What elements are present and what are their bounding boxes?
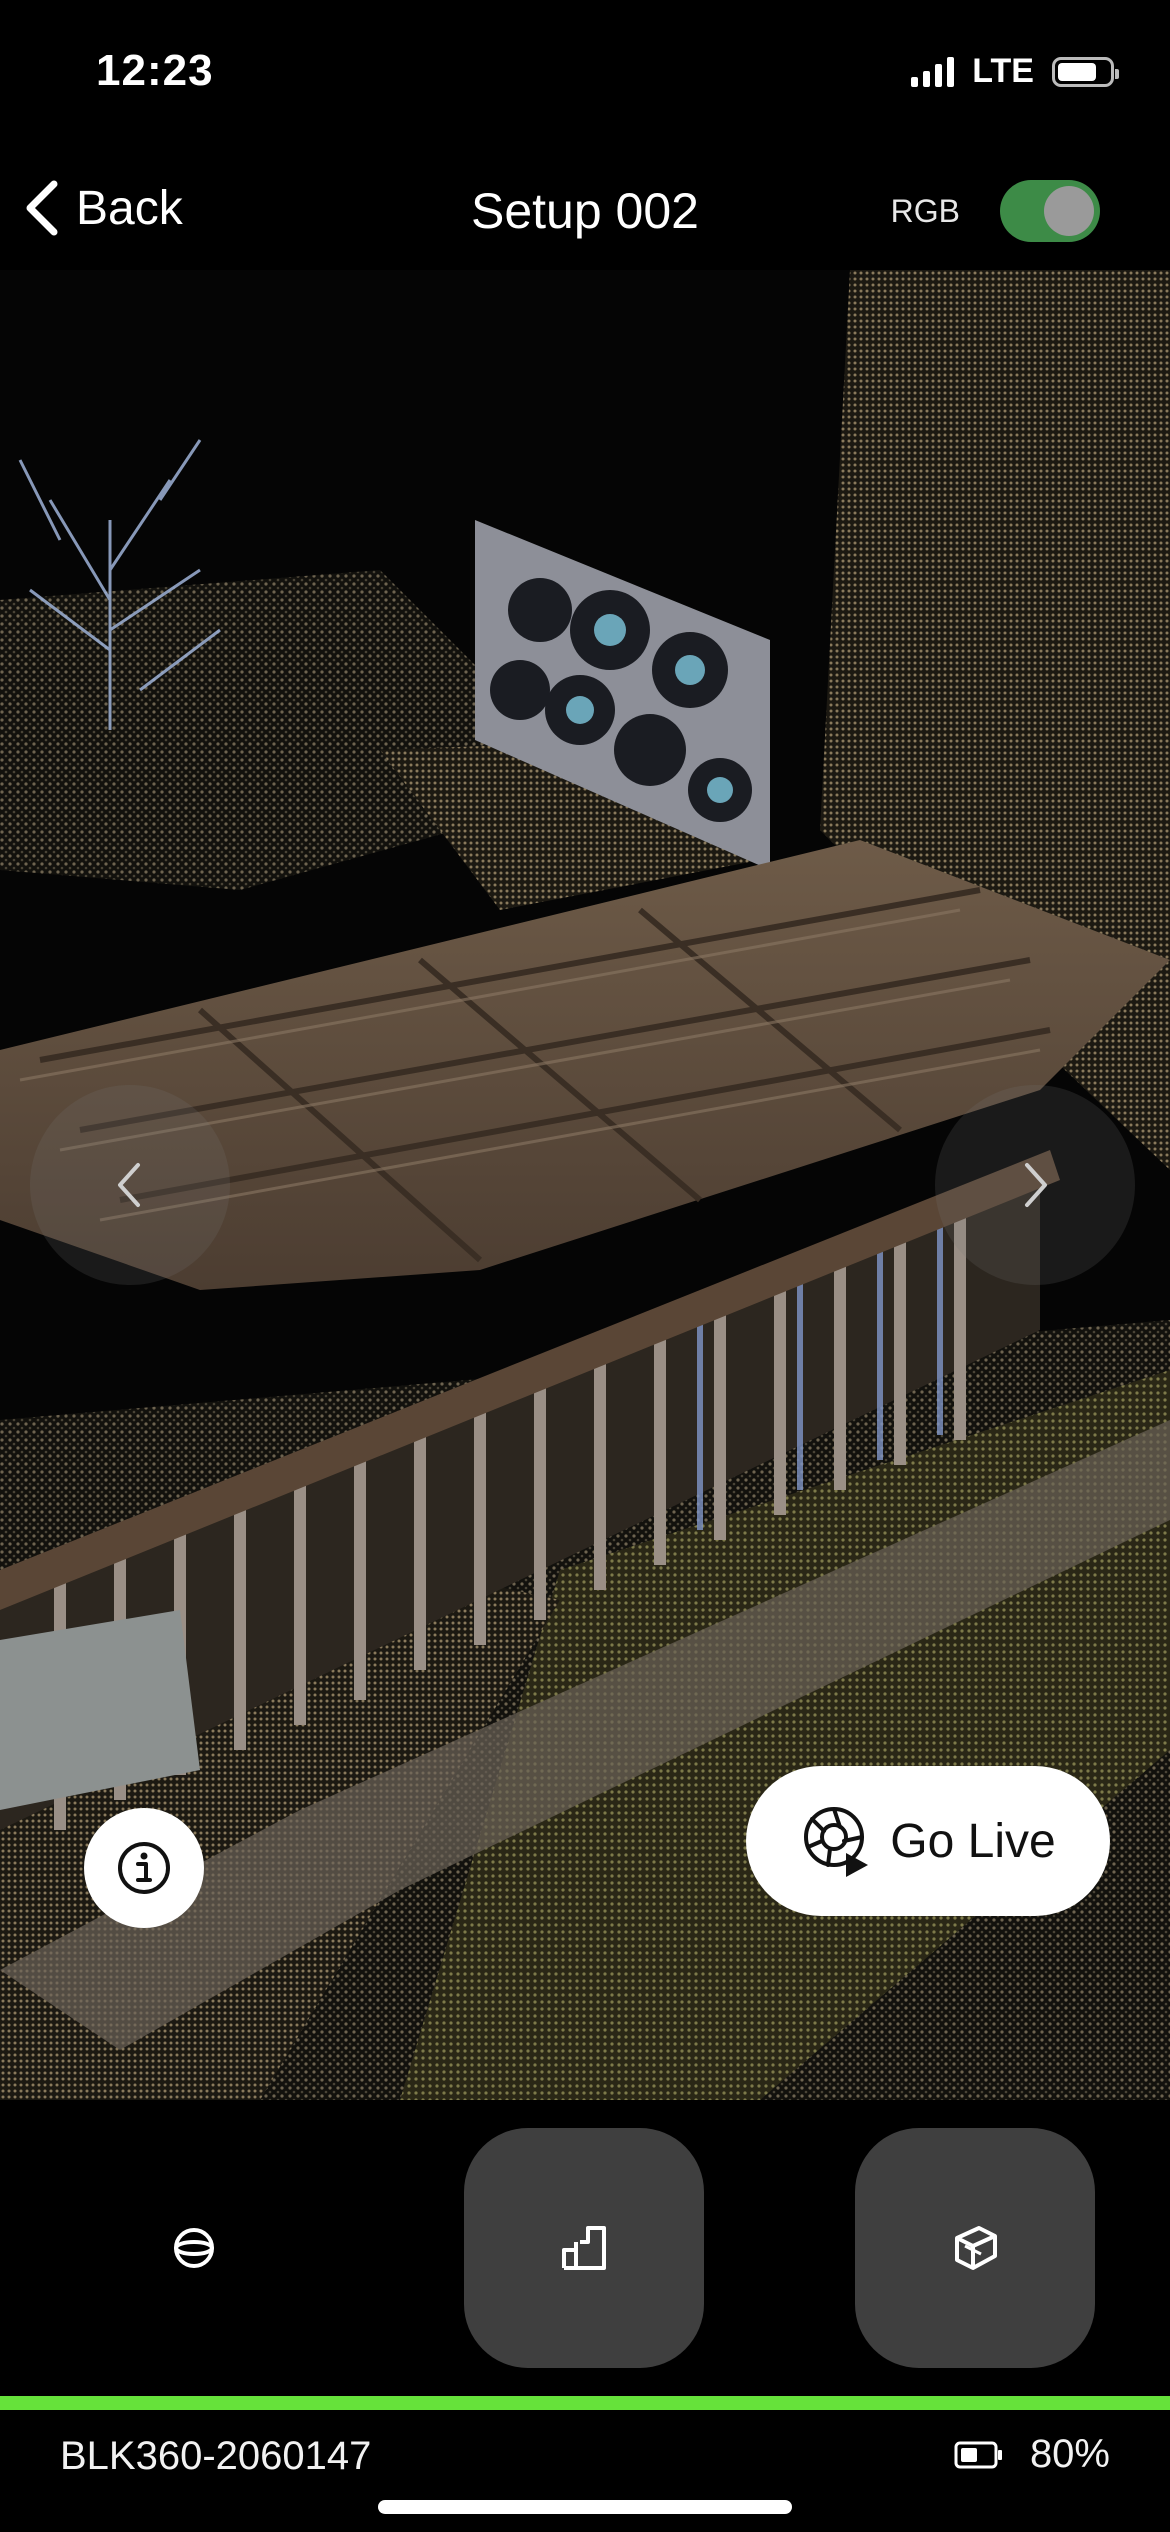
orbit-view-button[interactable] bbox=[74, 2128, 314, 2368]
box-view-icon bbox=[955, 2226, 997, 2270]
go-live-button[interactable]: Go Live bbox=[746, 1766, 1110, 1916]
device-battery: 80% bbox=[954, 2432, 1110, 2477]
chevron-left-icon bbox=[26, 180, 58, 236]
live-camera-icon bbox=[804, 1807, 869, 1877]
chevron-left-icon bbox=[118, 1163, 140, 1207]
progress-fill bbox=[0, 2396, 1170, 2410]
nav-bar: Back Setup 002 RGB bbox=[0, 150, 1170, 270]
device-id: BLK360-2060147 bbox=[60, 2434, 372, 2478]
home-indicator[interactable] bbox=[378, 2500, 792, 2514]
rgb-toggle[interactable] bbox=[1000, 180, 1100, 242]
signal-bars-icon bbox=[911, 56, 955, 87]
battery-percent: 80% bbox=[1029, 2432, 1110, 2476]
rgb-control: RGB bbox=[891, 180, 1100, 242]
toggle-knob bbox=[1044, 186, 1094, 236]
previous-setup-button[interactable] bbox=[30, 1085, 230, 1285]
go-live-label: Go Live bbox=[890, 1814, 1056, 1868]
battery-icon bbox=[1052, 56, 1119, 87]
progress-bar bbox=[0, 2396, 1170, 2410]
floorplan-view-icon bbox=[562, 2226, 606, 2270]
back-label: Back bbox=[76, 181, 183, 235]
floorplan-view-button[interactable] bbox=[464, 2128, 704, 2368]
view-toolbar bbox=[0, 2100, 1170, 2395]
device-footer: BLK360-2060147 80% bbox=[0, 2410, 1170, 2532]
status-time: 12:23 bbox=[96, 46, 214, 95]
network-type: LTE bbox=[972, 52, 1034, 90]
info-button[interactable] bbox=[84, 1808, 204, 1928]
point-cloud-viewport[interactable]: Go Live bbox=[0, 270, 1170, 2100]
device-battery-icon bbox=[954, 2441, 1002, 2468]
info-icon bbox=[118, 1842, 170, 1894]
next-setup-button[interactable] bbox=[935, 1085, 1135, 1285]
rgb-label: RGB bbox=[890, 192, 960, 229]
chevron-right-icon bbox=[1025, 1163, 1047, 1207]
orbit-view-icon bbox=[174, 2228, 214, 2268]
box-view-button[interactable] bbox=[855, 2128, 1095, 2368]
status-bar: 12:23 LTE bbox=[0, 0, 1170, 150]
back-button[interactable]: Back bbox=[22, 178, 183, 238]
status-indicators: LTE bbox=[911, 52, 1119, 91]
